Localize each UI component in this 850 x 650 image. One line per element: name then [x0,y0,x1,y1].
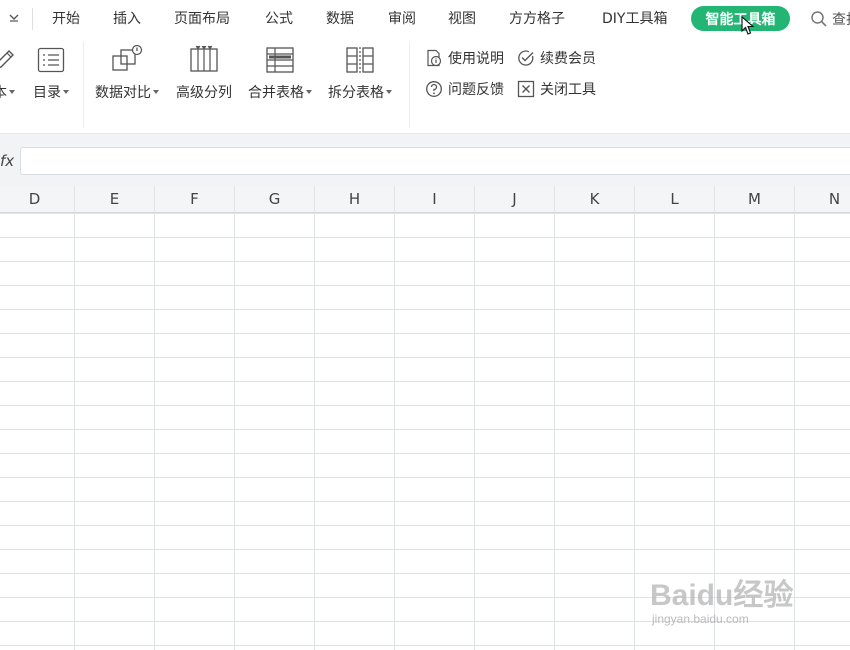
ribbon-toolbar: 本 目录 数据对比 高级分列 合并表格 拆分表格 [0,38,850,134]
close-tool-button[interactable]: 关闭工具 [517,79,596,99]
question-circle-icon [425,80,443,98]
column-header-d[interactable]: D [0,186,75,213]
partial-ribbon-button[interactable]: 本 [0,44,20,102]
formula-input[interactable] [20,147,850,175]
mouse-pointer-icon [741,16,755,35]
column-header-f[interactable]: F [155,186,235,213]
tab-data[interactable]: 数据 [326,8,354,30]
tab-fangfang-gezi[interactable]: 方方格子 [509,8,565,30]
dropdown-caret-icon [9,90,15,94]
tab-diy-toolbox[interactable]: DIY工具箱 [602,8,667,30]
usage-guide-label: 使用说明 [448,51,504,67]
column-header-l[interactable]: L [635,186,715,213]
catalog-button[interactable]: 目录 [33,44,69,102]
ribbon-separator [409,42,410,128]
column-header-g[interactable]: G [235,186,315,213]
dropdown-caret-icon [386,90,392,94]
feedback-button[interactable]: 问题反馈 [425,79,504,99]
data-compare-label: 数据对比 [95,85,151,101]
info-doc-icon [425,49,443,67]
tab-formulas[interactable]: 公式 [265,8,293,30]
tab-page-layout[interactable]: 页面布局 [174,8,230,30]
split-table-button[interactable]: 拆分表格 [328,44,392,102]
split-table-label: 拆分表格 [328,85,384,101]
split-columns-icon [188,44,220,76]
usage-guide-button[interactable]: 使用说明 [425,48,504,68]
split-table-icon [344,44,376,76]
pencil-icon [0,44,20,76]
data-compare-button[interactable]: 数据对比 [95,44,159,102]
column-header-k[interactable]: K [555,186,635,213]
menu-separator [32,8,33,30]
data-compare-icon [111,44,143,76]
merge-tables-label: 合并表格 [248,85,304,101]
column-header-n[interactable]: N [795,186,850,213]
fx-icon[interactable]: fx [0,152,14,170]
watermark-logo: Baidu经验 [650,579,794,612]
list-icon [35,44,67,76]
catalog-label: 目录 [33,85,61,101]
merge-tables-button[interactable]: 合并表格 [248,44,312,102]
chevron-down-icon[interactable] [2,6,26,30]
column-header-i[interactable]: I [395,186,475,213]
menu-bar: 开始 插入 页面布局 公式 数据 审阅 视图 方方格子 DIY工具箱 智能工具箱… [0,0,850,38]
advanced-split-button[interactable]: 高级分列 [176,44,232,102]
dropdown-caret-icon [306,90,312,94]
formula-bar: fx [0,134,850,186]
search-label: 查找 [832,12,850,28]
close-box-icon [517,80,535,98]
tab-insert[interactable]: 插入 [113,8,141,30]
advanced-split-label: 高级分列 [176,85,232,101]
tab-review[interactable]: 审阅 [388,8,416,30]
renew-membership-button[interactable]: 续费会员 [517,48,596,68]
tab-view[interactable]: 视图 [448,8,476,30]
search-icon [811,11,827,27]
check-circle-icon [517,49,535,67]
column-header-h[interactable]: H [315,186,395,213]
column-header-row: D E F G H I J K L M N [0,186,850,213]
dropdown-caret-icon [153,90,159,94]
feedback-label: 问题反馈 [448,82,504,98]
watermark-url: jingyan.baidu.com [652,612,749,626]
column-header-m[interactable]: M [715,186,795,213]
dropdown-caret-icon [63,90,69,94]
column-header-j[interactable]: J [475,186,555,213]
tab-start[interactable]: 开始 [52,8,80,30]
close-tool-label: 关闭工具 [540,82,596,98]
ribbon-separator [83,42,84,128]
baidu-jingyan-watermark: Baidu经验 jingyan.baidu.com [650,560,810,640]
merge-tables-icon [264,44,296,76]
search-box[interactable]: 查找 [810,8,850,30]
partial-ribbon-label: 本 [0,82,7,102]
renew-membership-label: 续费会员 [540,51,596,67]
column-header-e[interactable]: E [75,186,155,213]
